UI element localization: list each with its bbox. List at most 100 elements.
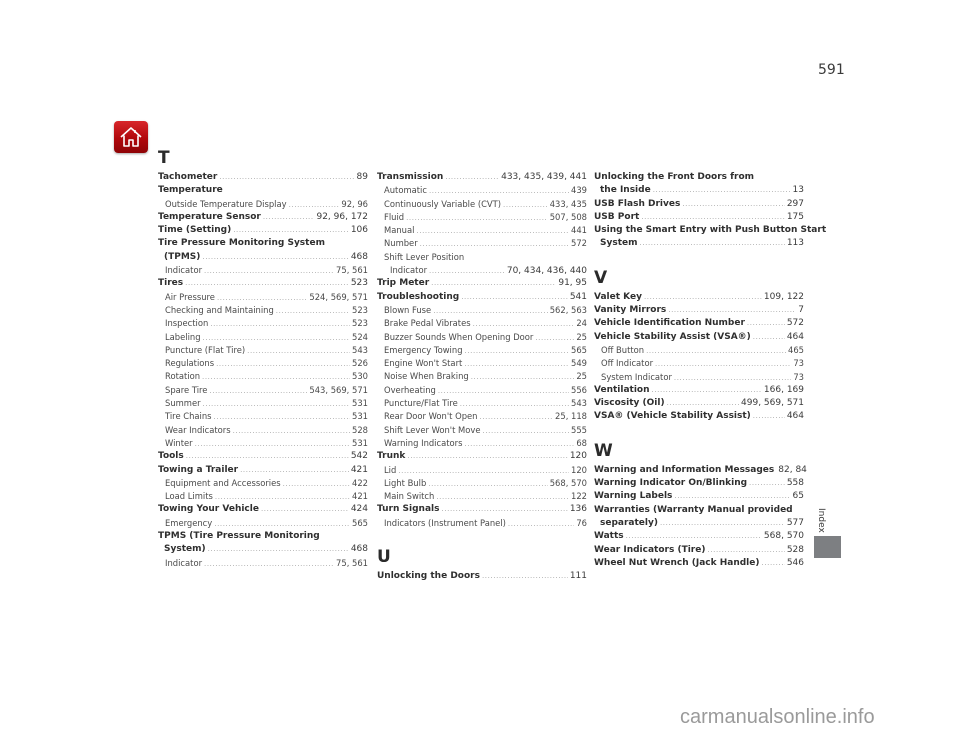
index-entry-pages[interactable]: 7 — [798, 304, 804, 317]
index-entry-pages[interactable]: 468 — [351, 251, 368, 264]
index-entry-pages[interactable]: 464 — [787, 331, 804, 344]
index-entry[interactable]: Regulations 526 — [158, 357, 368, 370]
index-entry[interactable]: Vehicle Identification Number 572 — [594, 317, 804, 330]
index-entry[interactable]: the Inside 13 — [594, 184, 804, 197]
index-entry-pages[interactable]: 92, 96, 172 — [316, 211, 368, 224]
section-tab[interactable] — [814, 536, 841, 558]
index-entry[interactable]: Trunk 120 — [377, 450, 587, 463]
index-entry-pages[interactable]: 572 — [787, 317, 804, 330]
index-entry[interactable]: Wear Indicators (Tire) 528 — [594, 544, 804, 557]
index-entry-pages[interactable]: 543 — [571, 397, 587, 410]
index-entry[interactable]: Main Switch 122 — [377, 490, 587, 503]
index-entry-pages[interactable]: 499, 569, 571 — [741, 397, 804, 410]
index-entry[interactable]: Time (Setting) 106 — [158, 224, 368, 237]
index-entry-pages[interactable]: 546 — [787, 557, 804, 570]
index-entry-pages[interactable]: 565 — [352, 517, 368, 530]
index-entry-pages[interactable]: 562, 563 — [550, 304, 587, 317]
index-entry[interactable]: Wear Indicators 528 — [158, 424, 368, 437]
index-entry[interactable]: Turn Signals 136 — [377, 503, 587, 516]
index-entry[interactable]: Spare Tire 543, 569, 571 — [158, 384, 368, 397]
index-entry-pages[interactable]: 507, 508 — [550, 211, 587, 224]
index-entry-pages[interactable]: 166, 169 — [764, 384, 804, 397]
index-entry-pages[interactable]: 136 — [570, 503, 587, 516]
index-entry[interactable]: Warning and Information Messages 82, 84 — [594, 464, 807, 477]
index-entry[interactable]: Emergency 565 — [158, 517, 368, 530]
index-entry[interactable]: Temperature Sensor 92, 96, 172 — [158, 211, 368, 224]
index-entry[interactable]: Summer 531 — [158, 397, 368, 410]
index-entry-pages[interactable]: 433, 435, 439, 441 — [501, 171, 587, 184]
index-entry[interactable]: Checking and Maintaining 523 — [158, 304, 368, 317]
index-entry-pages[interactable]: 439 — [571, 184, 587, 197]
index-entry[interactable]: Continuously Variable (CVT) 433, 435 — [377, 198, 587, 211]
index-entry[interactable]: Off Indicator 73 — [594, 357, 804, 370]
index-entry[interactable]: Trip Meter 91, 95 — [377, 277, 587, 290]
index-entry-pages[interactable]: 523 — [351, 277, 368, 290]
index-entry-pages[interactable]: 565 — [571, 344, 587, 357]
index-entry-pages[interactable]: 556 — [571, 384, 587, 397]
index-entry[interactable]: Winter 531 — [158, 437, 368, 450]
index-entry[interactable]: Light Bulb 568, 570 — [377, 477, 587, 490]
index-entry-pages[interactable]: 76 — [576, 517, 587, 530]
index-entry[interactable]: Indicator 70, 434, 436, 440 — [377, 264, 587, 277]
index-entry[interactable]: Lid 120 — [377, 464, 587, 477]
index-entry-pages[interactable]: 24 — [576, 317, 587, 330]
index-entry[interactable]: Shift Lever Won't Move 555 — [377, 424, 587, 437]
index-entry[interactable]: System Indicator 73 — [594, 371, 804, 384]
index-entry-pages[interactable]: 25, 118 — [555, 410, 587, 423]
index-entry-pages[interactable]: 541 — [570, 291, 587, 304]
index-entry-pages[interactable]: 120 — [571, 464, 587, 477]
index-entry[interactable]: Buzzer Sounds When Opening Door 25 — [377, 331, 587, 344]
index-entry[interactable]: Puncture/Flat Tire 543 — [377, 397, 587, 410]
index-entry-pages[interactable]: 75, 561 — [336, 264, 368, 277]
index-entry[interactable]: USB Port 175 — [594, 211, 804, 224]
index-entry-pages[interactable]: 464 — [787, 410, 804, 423]
index-entry-pages[interactable]: 65 — [793, 490, 804, 503]
index-entry-pages[interactable]: 468 — [351, 543, 368, 556]
index-entry-pages[interactable]: 75, 561 — [336, 557, 368, 570]
index-entry-pages[interactable]: 526 — [352, 357, 368, 370]
index-entry-pages[interactable]: 89 — [357, 171, 368, 184]
index-entry-pages[interactable]: 422 — [352, 477, 368, 490]
index-entry[interactable]: Puncture (Flat Tire) 543 — [158, 344, 368, 357]
index-entry[interactable]: Transmission 433, 435, 439, 441 — [377, 171, 587, 184]
index-entry-pages[interactable]: 543 — [352, 344, 368, 357]
index-entry-pages[interactable]: 549 — [571, 357, 587, 370]
index-entry[interactable]: Vehicle Stability Assist (VSA®) 464 — [594, 331, 804, 344]
index-entry-pages[interactable]: 531 — [352, 410, 368, 423]
index-entry-pages[interactable]: 73 — [793, 357, 804, 370]
index-entry[interactable]: Emergency Towing 565 — [377, 344, 587, 357]
index-entry-pages[interactable]: 523 — [352, 304, 368, 317]
index-entry-pages[interactable]: 528 — [352, 424, 368, 437]
index-entry[interactable]: System 113 — [594, 237, 804, 250]
index-entry-pages[interactable]: 25 — [576, 331, 587, 344]
index-entry[interactable]: Tools 542 — [158, 450, 368, 463]
index-entry-pages[interactable]: 73 — [793, 371, 804, 384]
index-entry[interactable]: Engine Won't Start 549 — [377, 357, 587, 370]
index-entry[interactable]: Load Limits 421 — [158, 490, 368, 503]
index-entry-pages[interactable]: 82, 84 — [778, 464, 807, 477]
index-entry[interactable]: Watts 568, 570 — [594, 530, 804, 543]
index-entry-pages[interactable]: 113 — [787, 237, 804, 250]
index-entry-pages[interactable]: 558 — [787, 477, 804, 490]
index-entry[interactable]: Indicator 75, 561 — [158, 557, 368, 570]
index-entry[interactable]: Viscosity (Oil) 499, 569, 571 — [594, 397, 804, 410]
index-entry[interactable]: Tachometer 89 — [158, 171, 368, 184]
index-entry-pages[interactable]: 568, 570 — [550, 477, 587, 490]
index-entry-pages[interactable]: 441 — [571, 224, 587, 237]
index-entry-pages[interactable]: 433, 435 — [550, 198, 587, 211]
index-entry[interactable]: separately) 577 — [594, 517, 804, 530]
index-entry[interactable]: Tire Chains 531 — [158, 410, 368, 423]
index-entry[interactable]: Warning Indicators 68 — [377, 437, 587, 450]
index-entry-pages[interactable]: 175 — [787, 211, 804, 224]
index-entry-pages[interactable]: 68 — [576, 437, 587, 450]
index-entry[interactable]: Automatic 439 — [377, 184, 587, 197]
index-entry[interactable]: Off Button 465 — [594, 344, 804, 357]
index-entry-pages[interactable]: 109, 122 — [764, 291, 804, 304]
index-entry[interactable]: VSA® (Vehicle Stability Assist) 464 — [594, 410, 804, 423]
index-entry[interactable]: Warning Indicator On/Blinking 558 — [594, 477, 804, 490]
index-entry[interactable]: Fluid 507, 508 — [377, 211, 587, 224]
index-entry[interactable]: Equipment and Accessories 422 — [158, 477, 368, 490]
index-entry-pages[interactable]: 524, 569, 571 — [309, 291, 368, 304]
index-entry[interactable]: Blown Fuse 562, 563 — [377, 304, 587, 317]
index-entry-pages[interactable]: 92, 96 — [341, 198, 368, 211]
